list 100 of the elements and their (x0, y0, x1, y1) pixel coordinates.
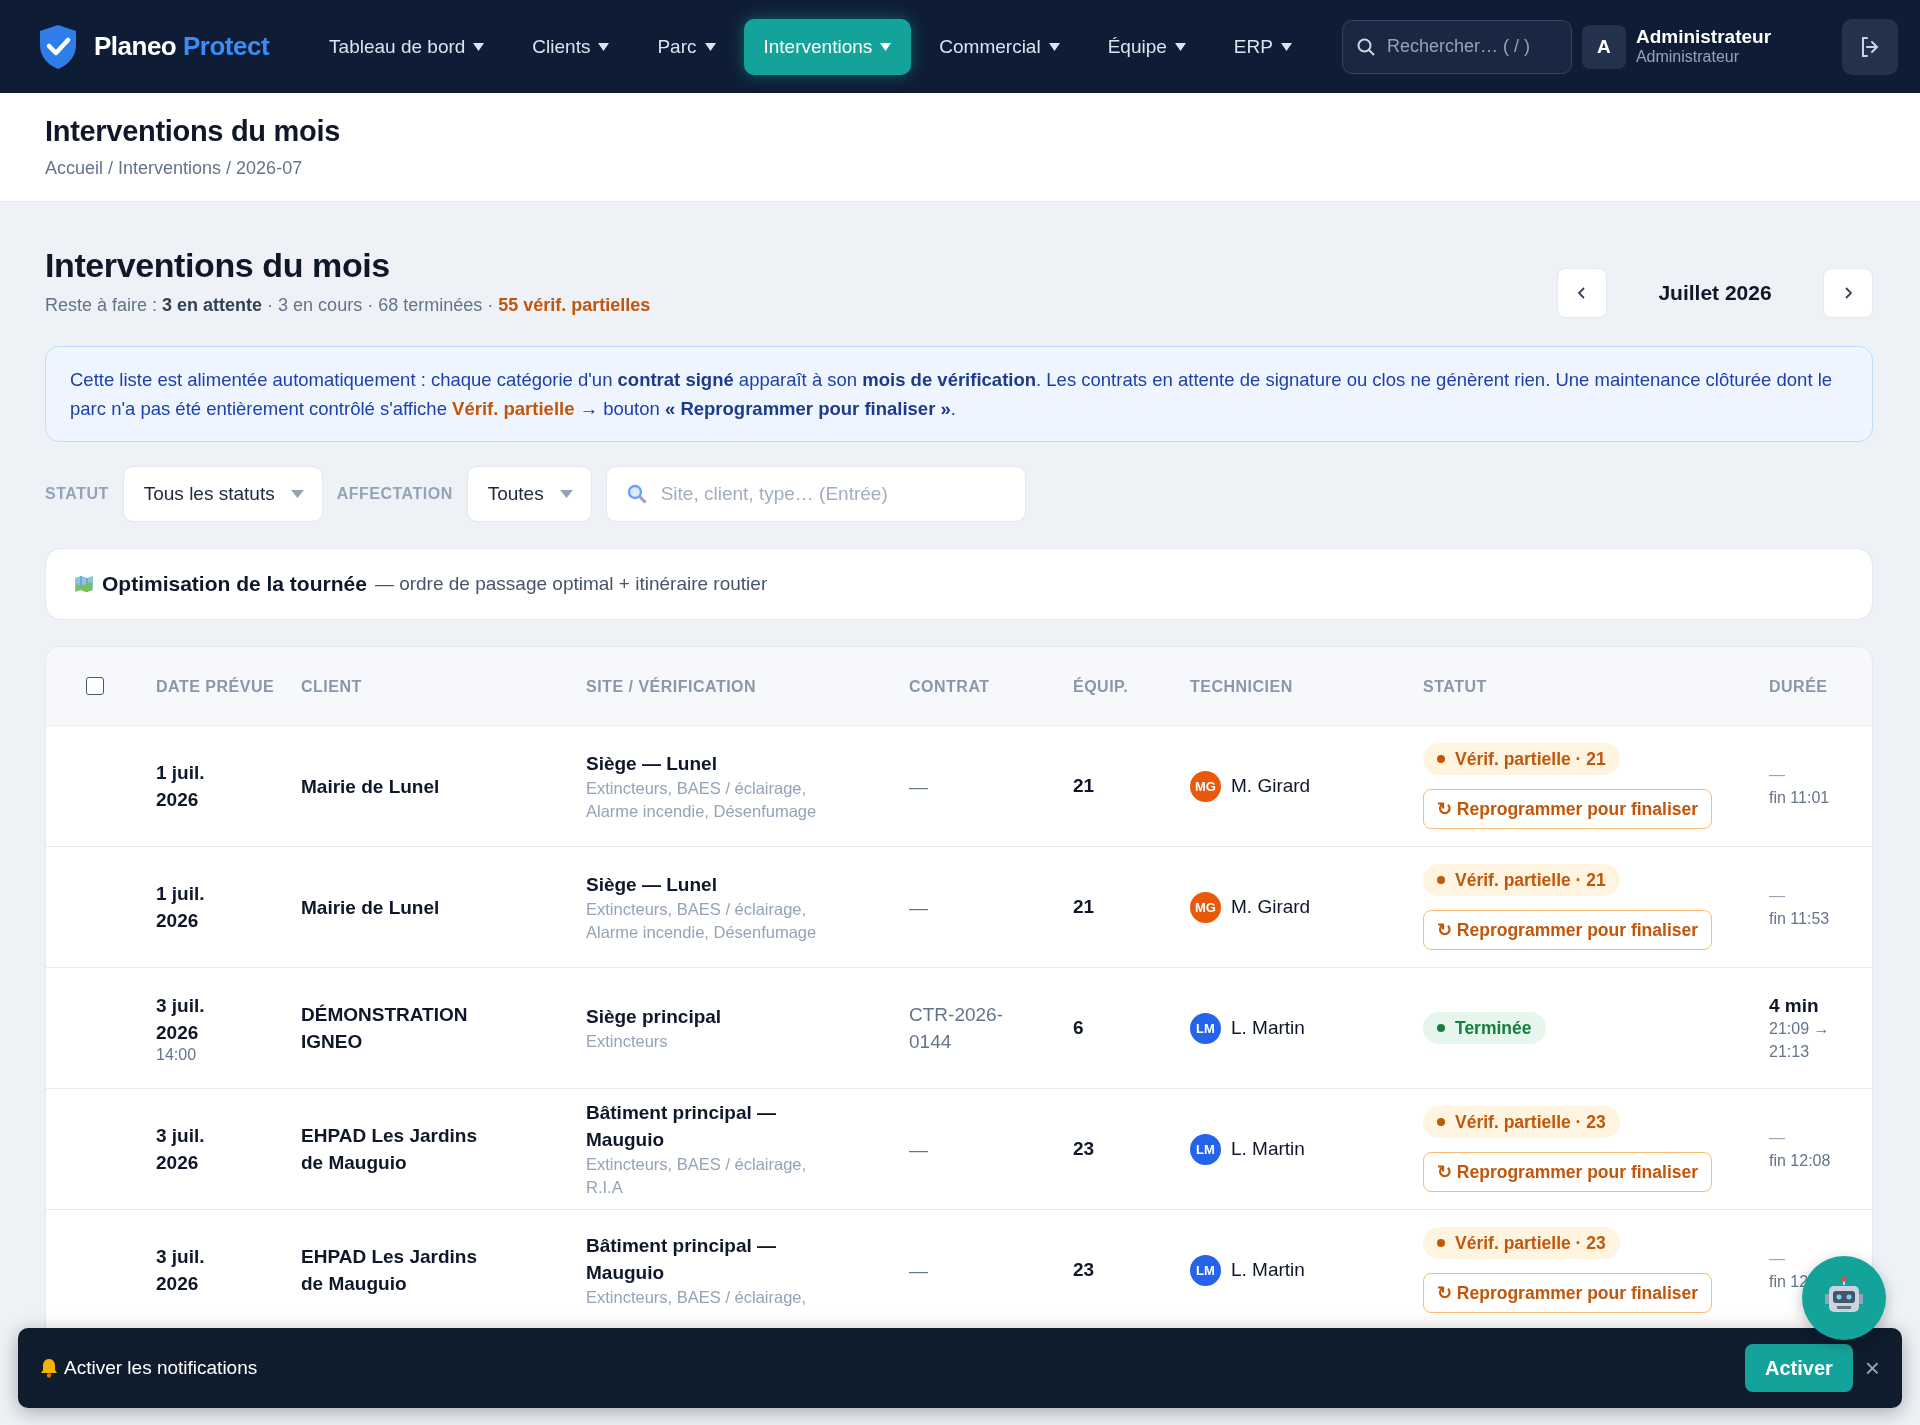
search-input[interactable]: Rechercher… ( / ) (1384, 35, 1569, 58)
duration-text: 4 min (1769, 993, 1820, 1017)
verification-categories: Extincteurs, BAES / éclairage, Alarme incendie, Désenfumage (586, 898, 818, 943)
technician-avatar: LM (1190, 1012, 1221, 1044)
column-header: DATE PRÉVUE (156, 676, 276, 697)
user-role: Administrateur (1635, 48, 1741, 66)
duration-text: — (1769, 886, 1786, 906)
end-time: fin 11:53 (1769, 910, 1830, 927)
end-time: fin 12:08 (1769, 1152, 1831, 1169)
status-dot-icon (1437, 1024, 1445, 1032)
caret-icon (880, 42, 892, 51)
contract-text: — (909, 895, 929, 920)
date-text: 3 juil. 2026 (156, 1124, 206, 1175)
reschedule-button[interactable]: ↻ Reprogrammer pour finaliser (1423, 1273, 1713, 1313)
status-badge: Vérif. partielle · 23 (1423, 1106, 1620, 1138)
column-header: ÉQUIP. (1073, 676, 1130, 697)
status-dot-icon (1437, 1239, 1445, 1247)
column-header: STATUT (1423, 676, 1488, 697)
equipment-count: 21 (1073, 896, 1095, 917)
status-badge: Vérif. partielle · 23 (1423, 1227, 1620, 1259)
caret-icon (1048, 42, 1060, 51)
summary-text: Reste à faire : 3 en attente · 3 en cours · 68 terminées · 55 vérif. partielles (45, 295, 651, 316)
breadcrumb[interactable]: Accueil / Interventions / 2026-07 (45, 158, 1875, 179)
verification-categories: Extincteurs, BAES / éclairage, Alarme incendie, Désenfumage (586, 777, 818, 822)
filter-dropdown[interactable]: Tous les statuts (122, 466, 323, 522)
bell-icon (40, 1358, 58, 1378)
page-title: Interventions du mois (45, 115, 341, 148)
column-header: SITE / VÉRIFICATION (586, 676, 758, 697)
date-text: 1 juil. 2026 (156, 761, 206, 812)
site-name: Siège principal (586, 1005, 723, 1029)
equipment-count: 23 (1073, 1138, 1095, 1159)
nav-tab[interactable]: Tableau de bord (309, 18, 505, 75)
site-name: Siège — Lunel (586, 751, 718, 776)
logout-button[interactable] (1842, 18, 1898, 75)
client-name: EHPAD Les Jardins de Mauguio (301, 1245, 478, 1296)
caret-icon (1174, 42, 1186, 51)
optimisation-description: — ordre de passage optimal + itinéraire routier (374, 573, 768, 595)
partial-count: 55 vérif. partielles (498, 295, 651, 315)
brand-name[interactable]: Planeo Protect (94, 31, 270, 62)
column-header: TECHNICIEN (1190, 676, 1294, 697)
search-icon (626, 484, 647, 504)
chevron-left-icon (1578, 287, 1586, 299)
nav-tab[interactable]: ERP (1213, 18, 1312, 75)
close-button[interactable]: × (1852, 1352, 1880, 1384)
time-text: 14:00 (156, 1046, 198, 1064)
reschedule-button[interactable]: ↻ Reprogrammer pour finaliser (1423, 1152, 1713, 1192)
nav-tab[interactable]: Clients (512, 18, 630, 75)
technician-avatar: LM (1190, 1254, 1221, 1286)
search-field[interactable]: Rechercher… ( / ) (1341, 19, 1572, 74)
end-time: fin 12 (1769, 1273, 1809, 1290)
info-message: Cette liste est alimentée automatiquement : chaque catégorie d'un contrat signé apparaît à son mois de vérification. Les contrats en attente de signature ou clos ne génèrent rien. Une maintenance clôturée dont le parc n'a pas été entièrement contrôlé s'affiche Vérif. partielle → bouton « Reprogrammer pour finaliser ». (45, 346, 1873, 442)
status-badge: Vérif. partielle · 21 (1423, 743, 1620, 775)
contract-text: — (909, 1137, 929, 1162)
client-name: Mairie de Lunel (301, 895, 441, 920)
date-text: 1 juil. 2026 (156, 882, 206, 933)
verification-categories: Extincteurs, BAES / éclairage, R.I.A (586, 1154, 808, 1198)
filter-label: AFFECTATION (336, 485, 453, 503)
nav-tab[interactable]: Parc (637, 18, 736, 75)
notification-message: Activer les notifications (64, 1357, 258, 1379)
user-name: Administrateur (1635, 27, 1772, 49)
select-all-checkbox[interactable] (86, 677, 104, 695)
client-name: Mairie de Lunel (301, 774, 441, 799)
contract-text: CTR-2026-0144 (909, 1003, 1004, 1054)
filter-dropdown[interactable]: Toutes (466, 466, 592, 522)
column-header: CLIENT (301, 676, 363, 697)
caret-icon (704, 42, 716, 51)
status-dot-icon (1437, 876, 1445, 884)
technician-name: L. Martin (1231, 1138, 1305, 1160)
caret-icon (473, 42, 485, 51)
optimisation-card[interactable]: Optimisation de la tournée — ordre de passage optimal + itinéraire routier (45, 548, 1873, 620)
month-label: Juillet 2026 (1657, 281, 1773, 305)
duration-text: — (1769, 1249, 1786, 1269)
section-title: Interventions du mois (45, 246, 391, 285)
caret-icon (598, 42, 610, 51)
technician-name: L. Martin (1231, 1259, 1305, 1281)
date-text: 3 juil. 2026 (156, 994, 206, 1045)
column-header: CONTRAT (909, 676, 991, 697)
user-avatar[interactable]: A (1581, 24, 1626, 69)
technician-name: M. Girard (1231, 775, 1311, 797)
verification-categories: Extincteurs, BAES / éclairage, (586, 1286, 808, 1308)
status-badge: Terminée (1423, 1012, 1546, 1044)
status-dot-icon (1437, 755, 1445, 763)
equipment-count: 6 (1073, 1017, 1084, 1038)
technician-avatar: MG (1190, 891, 1221, 923)
reschedule-button[interactable]: ↻ Reprogrammer pour finaliser (1423, 910, 1713, 950)
nav-tab[interactable]: Équipe (1087, 18, 1206, 75)
duration-text: — (1769, 765, 1786, 785)
technician-avatar: MG (1190, 770, 1221, 802)
filter-label: STATUT (45, 485, 109, 503)
equipment-count: 23 (1073, 1259, 1095, 1280)
caret-icon (559, 490, 573, 498)
nav-tab[interactable]: Commercial (919, 18, 1080, 75)
map-icon (74, 575, 94, 593)
chevron-right-icon (1844, 287, 1852, 299)
end-time: 21:09 → 21:13 (1769, 1019, 1830, 1060)
site-name: Bâtiment principal — Mauguio (586, 1101, 778, 1152)
site-name: Bâtiment principal — Mauguio (586, 1233, 778, 1285)
caret-icon (290, 490, 304, 498)
reschedule-button[interactable]: ↻ Reprogrammer pour finaliser (1423, 789, 1713, 829)
status-dot-icon (1437, 1118, 1445, 1126)
